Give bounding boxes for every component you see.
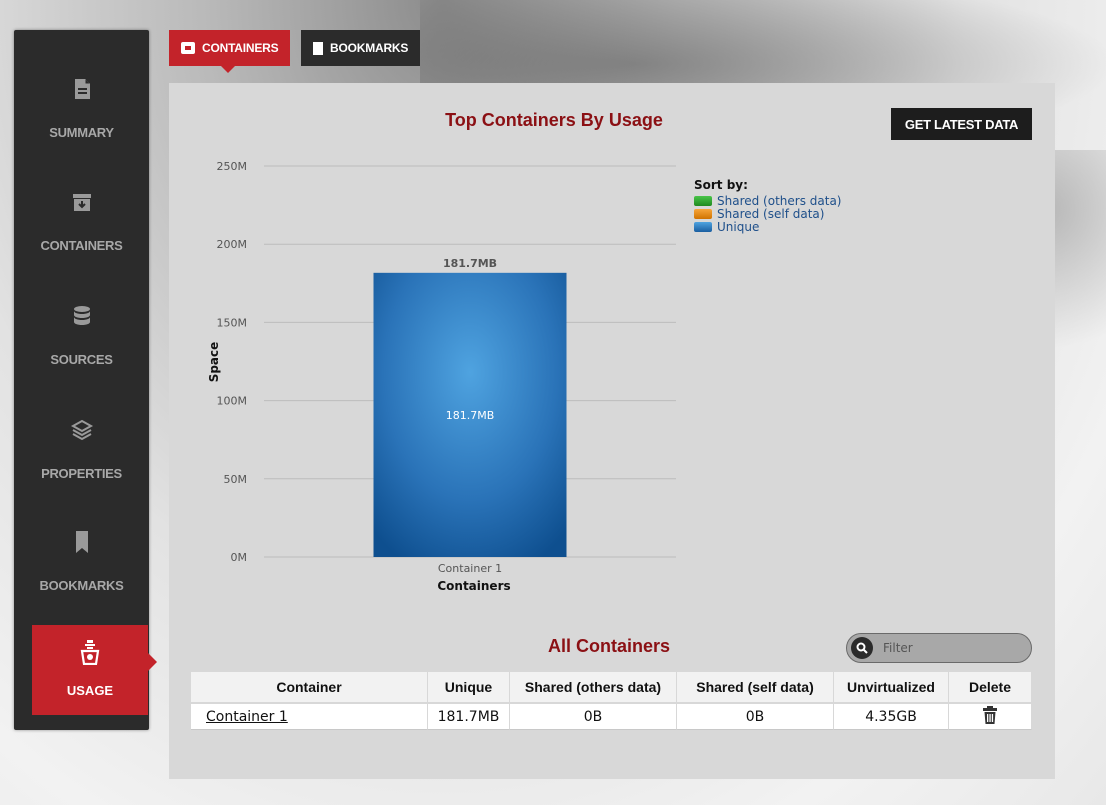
- column-header[interactable]: Shared (self data): [677, 672, 834, 702]
- legend-label: Shared (self data): [717, 206, 825, 221]
- y-tick-label: 250M: [217, 160, 248, 173]
- sidebar-item-sources[interactable]: SOURCES: [14, 304, 149, 394]
- trash-icon[interactable]: [983, 705, 997, 724]
- bookmark-icon: [75, 531, 88, 553]
- y-tick-label: 50M: [224, 473, 248, 486]
- y-tick-label: 100M: [217, 395, 248, 408]
- sidebar-item-usage[interactable]: USAGE: [32, 625, 157, 715]
- legend-title: Sort by:: [694, 178, 748, 192]
- y-tick-label: 0M: [231, 551, 248, 564]
- y-tick-label: 150M: [217, 316, 248, 329]
- chart-bars: 181.7MB 181.7MB: [373, 257, 567, 557]
- sidebar-item-label: USAGE: [66, 683, 114, 698]
- search-icon: [851, 637, 873, 659]
- unvirtualized-cell: 4.35GB: [834, 702, 949, 730]
- bar-total-label: 181.7MB: [443, 257, 497, 270]
- sidebar-item-properties[interactable]: PROPERTIES: [14, 418, 149, 508]
- legend-item-unique[interactable]: Unique: [694, 219, 842, 234]
- legend-swatch: [694, 221, 712, 232]
- sidebar-item-label: PROPERTIES: [41, 466, 122, 481]
- main-panel: Top Containers By Usage GET LATEST DATA …: [169, 83, 1055, 779]
- column-header[interactable]: Container: [191, 672, 428, 702]
- archive-box-icon: [72, 194, 91, 211]
- delete-cell: [949, 702, 1032, 730]
- sidebar-item-label: CONTAINERS: [40, 238, 123, 253]
- unique-cell: 181.7MB: [428, 702, 510, 730]
- table-row: Container 1 181.7MB 0B 0B 4.35GB: [191, 702, 1032, 730]
- chart-x-ticks: Container 1: [438, 562, 502, 575]
- column-header[interactable]: Unique: [428, 672, 510, 702]
- tab-bookmarks[interactable]: BOOKMARKS: [301, 30, 421, 66]
- filter-box[interactable]: [846, 633, 1032, 663]
- database-icon: [73, 306, 90, 325]
- containers-table: Container Unique Shared (others data) Sh…: [191, 672, 1032, 730]
- archive-box-icon: [181, 42, 195, 54]
- container-name-cell: Container 1: [191, 702, 428, 730]
- sidebar-item-summary[interactable]: SUMMARY: [14, 77, 149, 167]
- table-header-row: Container Unique Shared (others data) Sh…: [191, 672, 1032, 702]
- chart-y-ticks: 0M 50M 100M 150M 200M 250M: [217, 160, 248, 564]
- legend-item-shared-self[interactable]: Shared (self data): [694, 206, 842, 221]
- sidebar-item-bookmarks[interactable]: BOOKMARKS: [14, 530, 149, 620]
- tab-label: CONTAINERS: [202, 41, 279, 55]
- column-header[interactable]: Shared (others data): [510, 672, 677, 702]
- bookmark-icon: [313, 41, 323, 55]
- layers-icon: [70, 419, 93, 441]
- column-header: Delete: [949, 672, 1032, 702]
- y-tick-label: 200M: [217, 238, 248, 251]
- legend-label: Shared (others data): [717, 193, 842, 208]
- tab-label: BOOKMARKS: [330, 41, 409, 55]
- sidebar-item-containers[interactable]: CONTAINERS: [14, 190, 149, 280]
- bar-data-label: 181.7MB: [446, 409, 495, 422]
- tab-containers[interactable]: CONTAINERS: [169, 30, 291, 73]
- legend-swatch: [694, 195, 712, 206]
- container-link[interactable]: Container 1: [206, 709, 288, 725]
- x-tick-label: Container 1: [438, 562, 502, 575]
- sidebar-item-label: BOOKMARKS: [39, 578, 124, 593]
- y-axis-title: Space: [207, 342, 221, 383]
- filter-input[interactable]: [881, 640, 1021, 656]
- usage-chart: 0M 50M 100M 150M 200M 250M 181.7MB 181.7MB Con…: [207, 160, 676, 593]
- legend-item-shared-others[interactable]: Shared (others data): [694, 193, 842, 208]
- chart-legend: Sort by: Shared (others data) Shared (se…: [694, 178, 842, 234]
- shared-others-cell: 0B: [510, 702, 677, 730]
- sidebar-item-label: SUMMARY: [49, 125, 114, 140]
- shared-self-cell: 0B: [677, 702, 834, 730]
- document-icon: [74, 79, 90, 99]
- legend-swatch: [694, 208, 712, 219]
- column-header[interactable]: Unvirtualized: [834, 672, 949, 702]
- sidebar-item-label: SOURCES: [50, 352, 113, 367]
- x-axis-title: Containers: [437, 579, 510, 593]
- legend-label: Unique: [717, 219, 760, 234]
- usage-icon: [80, 640, 100, 665]
- sidebar: SUMMARY CONTAINERS SOURCES PROPERTIES BO…: [14, 30, 157, 730]
